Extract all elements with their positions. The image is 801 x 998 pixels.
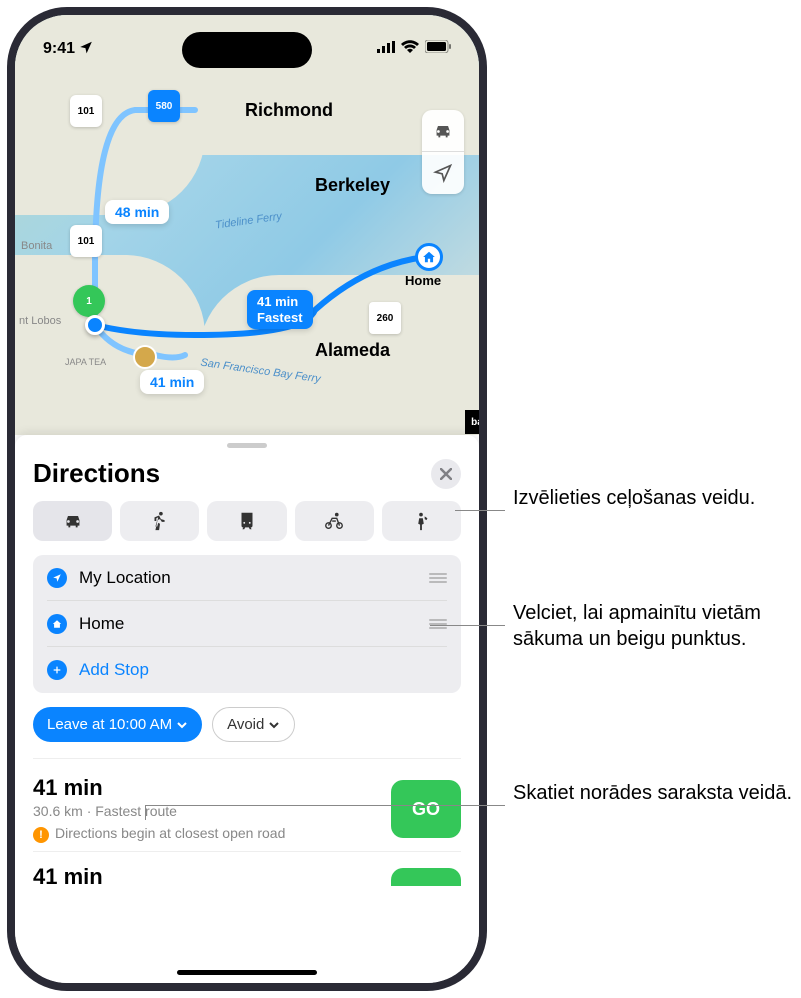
home-pin[interactable] bbox=[415, 243, 443, 271]
chevron-down-icon bbox=[268, 719, 280, 731]
transport-mode-button[interactable] bbox=[422, 110, 464, 152]
close-button[interactable] bbox=[431, 459, 461, 489]
highway-shield-101: 101 bbox=[70, 225, 102, 257]
map-label-berkeley: Berkeley bbox=[315, 175, 390, 196]
battery-icon bbox=[425, 40, 451, 58]
chevron-down-icon bbox=[176, 719, 188, 731]
callout-line bbox=[145, 805, 505, 806]
highway-shield-1: 1 bbox=[73, 285, 105, 317]
map-label-japa: JAPA TEA bbox=[65, 357, 106, 367]
sheet-title: Directions bbox=[33, 458, 160, 489]
route-time: 41 min bbox=[33, 775, 285, 801]
avoid-button[interactable]: Avoid bbox=[212, 707, 295, 742]
waypoint-start-row[interactable]: My Location bbox=[47, 555, 447, 601]
go-button[interactable]: GO bbox=[391, 780, 461, 838]
callout-line bbox=[455, 510, 505, 511]
map-label-richmond: Richmond bbox=[245, 100, 333, 121]
route-time: 41 min bbox=[33, 864, 103, 890]
walk-icon bbox=[149, 510, 171, 532]
drag-handle[interactable] bbox=[429, 571, 447, 585]
wifi-icon bbox=[401, 40, 419, 58]
map-controls bbox=[422, 110, 464, 194]
map-view[interactable]: Richmond Berkeley Alameda Tideline Ferry… bbox=[15, 15, 479, 435]
transport-rideshare-button[interactable] bbox=[382, 501, 461, 541]
transport-drive-button[interactable] bbox=[33, 501, 112, 541]
rideshare-icon bbox=[410, 510, 432, 532]
car-icon bbox=[62, 510, 84, 532]
route-note: Directions begin at closest open road bbox=[55, 825, 285, 841]
location-arrow-icon bbox=[433, 163, 453, 183]
home-icon bbox=[422, 250, 436, 264]
callout-line bbox=[430, 625, 505, 626]
route-badge-sub: Fastest bbox=[257, 310, 303, 325]
close-icon bbox=[440, 468, 452, 480]
highway-shield-101: 101 bbox=[70, 95, 102, 127]
map-label-bonita: Bonita bbox=[21, 240, 52, 252]
add-stop-label: Add Stop bbox=[79, 660, 447, 680]
callout-line bbox=[145, 805, 146, 820]
callout-drag: Velciet, lai apmainītu vietām sākuma un … bbox=[513, 600, 801, 652]
sheet-grabber[interactable] bbox=[227, 443, 267, 448]
transport-mode-row bbox=[33, 501, 461, 541]
waypoints-list: My Location Home Add Stop bbox=[33, 555, 461, 693]
poi-icon[interactable] bbox=[133, 345, 157, 369]
home-icon bbox=[47, 614, 67, 634]
avoid-label: Avoid bbox=[227, 716, 264, 733]
transport-cycle-button[interactable] bbox=[295, 501, 374, 541]
go-button[interactable] bbox=[391, 868, 461, 886]
warning-icon: ! bbox=[33, 827, 49, 843]
callout-transport: Izvēlieties ceļošanas veidu. bbox=[513, 485, 755, 511]
interstate-shield-580: 580 bbox=[148, 90, 180, 122]
route-badge-primary[interactable]: 41 min Fastest bbox=[247, 290, 313, 329]
start-location-pin[interactable] bbox=[85, 315, 105, 335]
plus-icon bbox=[47, 660, 67, 680]
map-label-alameda: Alameda bbox=[315, 340, 390, 361]
car-icon bbox=[432, 120, 454, 142]
transport-walk-button[interactable] bbox=[120, 501, 199, 541]
status-time: 9:41 bbox=[43, 40, 75, 58]
map-label-lobos: nt Lobos bbox=[19, 315, 61, 327]
location-icon bbox=[47, 568, 67, 588]
add-stop-row[interactable]: Add Stop bbox=[47, 647, 447, 693]
waypoint-end-label: Home bbox=[79, 614, 417, 634]
route-card-2[interactable]: 41 min bbox=[33, 851, 461, 902]
route-badge-alt1[interactable]: 48 min bbox=[105, 200, 169, 224]
route-options-row: Leave at 10:00 AM Avoid bbox=[33, 707, 461, 742]
route-badge-alt2[interactable]: 41 min bbox=[140, 370, 204, 394]
transit-icon bbox=[236, 510, 258, 532]
transport-transit-button[interactable] bbox=[207, 501, 286, 541]
drag-handle[interactable] bbox=[429, 617, 447, 631]
leave-time-label: Leave at 10:00 AM bbox=[47, 716, 172, 733]
tracking-button[interactable] bbox=[422, 152, 464, 194]
route-badge-time: 41 min bbox=[257, 294, 298, 309]
cellular-icon bbox=[377, 40, 395, 58]
dynamic-island bbox=[182, 32, 312, 68]
bart-icon: ba bbox=[465, 410, 479, 434]
leave-time-button[interactable]: Leave at 10:00 AM bbox=[33, 707, 202, 742]
phone-screen: 9:41 Richmond Berkeley bbox=[15, 15, 479, 983]
bicycle-icon bbox=[323, 510, 345, 532]
directions-sheet[interactable]: Directions My Location bbox=[15, 435, 479, 983]
phone-frame: 9:41 Richmond Berkeley bbox=[7, 7, 487, 991]
location-services-icon bbox=[79, 40, 93, 59]
waypoint-start-label: My Location bbox=[79, 568, 417, 588]
callout-list: Skatiet norādes saraksta veidā. bbox=[513, 780, 792, 806]
home-indicator[interactable] bbox=[177, 970, 317, 975]
home-pin-label: Home bbox=[405, 273, 441, 288]
waypoint-end-row[interactable]: Home bbox=[47, 601, 447, 647]
highway-shield-260: 260 bbox=[369, 302, 401, 334]
